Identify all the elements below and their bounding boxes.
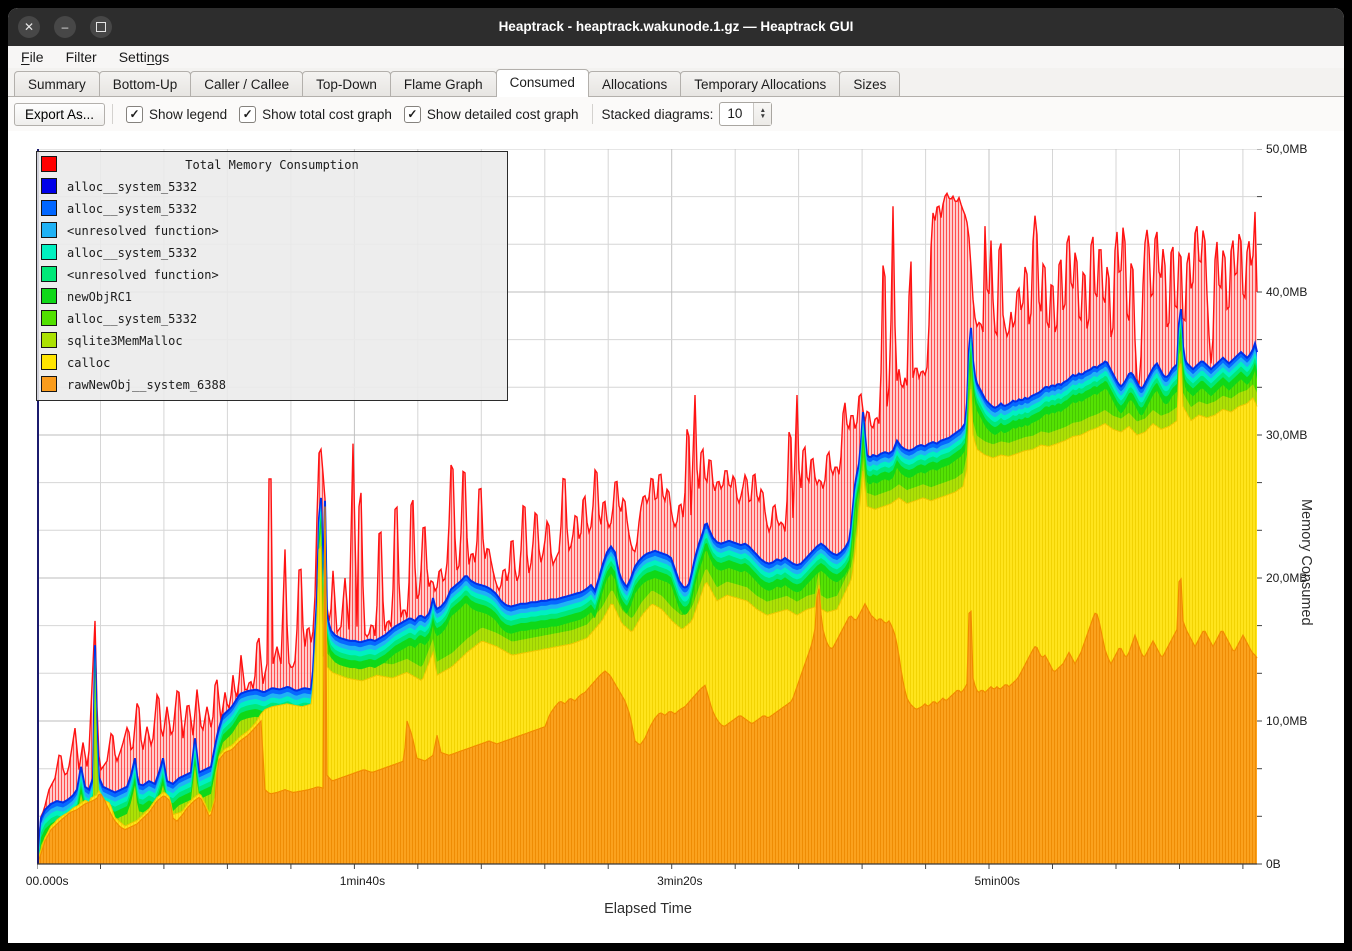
checkbox-show-total-cost-graph[interactable]: ✓ Show total cost graph xyxy=(239,106,392,123)
legend-swatch xyxy=(41,332,57,348)
checkbox-label: Show legend xyxy=(149,107,227,122)
spinner-value[interactable]: 10 xyxy=(720,103,753,125)
checkbox-group: ✓ Show legend ✓ Show total cost graph ✓ Show … xyxy=(120,106,585,123)
legend-item: alloc__system_5332 xyxy=(37,176,507,198)
legend-swatch xyxy=(41,266,57,282)
legend-label: alloc__system_5332 xyxy=(67,180,197,194)
legend-swatch xyxy=(41,354,57,370)
y-tick-label: 0B xyxy=(1266,857,1281,871)
tab-consumed[interactable]: Consumed xyxy=(496,69,589,97)
y-tick-label: 10,0MB xyxy=(1266,714,1307,728)
stacked-diagrams-label: Stacked diagrams: xyxy=(602,107,714,122)
toolbar: Export As... ✓ Show legend ✓ Show total cos… xyxy=(8,97,1344,131)
legend-label: calloc xyxy=(67,356,110,370)
y-tick-label: 50,0MB xyxy=(1266,142,1307,156)
x-tick-label: 5min00s xyxy=(975,874,1020,888)
legend-swatch xyxy=(41,376,57,392)
menu-bar: FileFilterSettings xyxy=(8,46,1344,68)
tab-caller-callee[interactable]: Caller / Callee xyxy=(190,71,303,96)
spin-down-icon[interactable]: ▼ xyxy=(760,114,766,120)
legend-label: rawNewObj__system_6388 xyxy=(67,378,226,392)
x-tick-label: 3min20s xyxy=(657,874,702,888)
y-axis-title: Memory Consumed xyxy=(1298,499,1314,626)
tab-summary[interactable]: Summary xyxy=(14,71,100,96)
window-title: Heaptrack - heaptrack.wakunode.1.gz — He… xyxy=(8,8,1344,46)
legend-item: rawNewObj__system_6388 xyxy=(37,374,507,396)
tab-bottom-up[interactable]: Bottom-Up xyxy=(99,71,192,96)
checkbox-show-detailed-cost-graph[interactable]: ✓ Show detailed cost graph xyxy=(404,106,579,123)
y-tick-label: 40,0MB xyxy=(1266,285,1307,299)
tab-flame-graph[interactable]: Flame Graph xyxy=(390,71,497,96)
legend-label: <unresolved function> xyxy=(67,268,219,282)
legend-item: calloc xyxy=(37,352,507,374)
chart-region: 0B10,0MB20,0MB30,0MB40,0MB50,0MB 00.000s… xyxy=(8,131,1344,943)
legend-label: <unresolved function> xyxy=(67,224,219,238)
legend-label: alloc__system_5332 xyxy=(67,312,197,326)
tab-temporary-allocations[interactable]: Temporary Allocations xyxy=(680,71,840,96)
x-tick-label: 00.000s xyxy=(26,874,69,888)
checkbox-box[interactable]: ✓ xyxy=(239,106,256,123)
chart-legend: Total Memory Consumption alloc__system_53… xyxy=(36,151,508,401)
legend-item: alloc__system_5332 xyxy=(37,242,507,264)
legend-title: Total Memory Consumption xyxy=(37,158,507,172)
legend-title-row: Total Memory Consumption xyxy=(37,154,507,176)
legend-item: alloc__system_5332 xyxy=(37,198,507,220)
legend-label: alloc__system_5332 xyxy=(67,246,197,260)
legend-swatch xyxy=(41,178,57,194)
y-tick-label: 30,0MB xyxy=(1266,428,1307,442)
stacked-diagrams-spinner[interactable]: 10 ▲ ▼ xyxy=(719,102,772,126)
checkbox-label: Show total cost graph xyxy=(262,107,392,122)
legend-item: <unresolved function> xyxy=(37,220,507,242)
export-as-button[interactable]: Export As... xyxy=(14,103,105,126)
checkbox-show-legend[interactable]: ✓ Show legend xyxy=(126,106,227,123)
toolbar-separator xyxy=(112,104,113,124)
spinner-buttons[interactable]: ▲ ▼ xyxy=(753,103,771,125)
legend-swatch xyxy=(41,200,57,216)
legend-label: alloc__system_5332 xyxy=(67,202,197,216)
tab-allocations[interactable]: Allocations xyxy=(588,71,681,96)
tab-bar: SummaryBottom-UpCaller / CalleeTop-DownF… xyxy=(8,68,1344,97)
menu-item-settings[interactable]: Settings xyxy=(110,46,179,68)
tab-sizes[interactable]: Sizes xyxy=(839,71,900,96)
toolbar-separator xyxy=(592,104,593,124)
legend-label: sqlite3MemMalloc xyxy=(67,334,183,348)
x-axis-title: Elapsed Time xyxy=(428,901,868,917)
legend-swatch xyxy=(41,288,57,304)
legend-item: <unresolved function> xyxy=(37,264,507,286)
legend-swatch xyxy=(41,244,57,260)
x-tick-label: 1min40s xyxy=(340,874,385,888)
title-bar[interactable]: ✕ – Heaptrack - heaptrack.wakunode.1.gz … xyxy=(8,8,1344,46)
checkbox-label: Show detailed cost graph xyxy=(427,107,579,122)
legend-item: sqlite3MemMalloc xyxy=(37,330,507,352)
legend-item: newObjRC1 xyxy=(37,286,507,308)
legend-swatch xyxy=(41,222,57,238)
legend-swatch xyxy=(41,310,57,326)
legend-label: newObjRC1 xyxy=(67,290,132,304)
legend-item: alloc__system_5332 xyxy=(37,308,507,330)
tab-top-down[interactable]: Top-Down xyxy=(302,71,391,96)
menu-item-filter[interactable]: Filter xyxy=(57,46,106,68)
menu-item-file[interactable]: File xyxy=(12,46,53,68)
legend-swatch xyxy=(41,156,57,172)
checkbox-box[interactable]: ✓ xyxy=(404,106,421,123)
checkbox-box[interactable]: ✓ xyxy=(126,106,143,123)
app-window: ✕ – Heaptrack - heaptrack.wakunode.1.gz … xyxy=(8,8,1344,943)
